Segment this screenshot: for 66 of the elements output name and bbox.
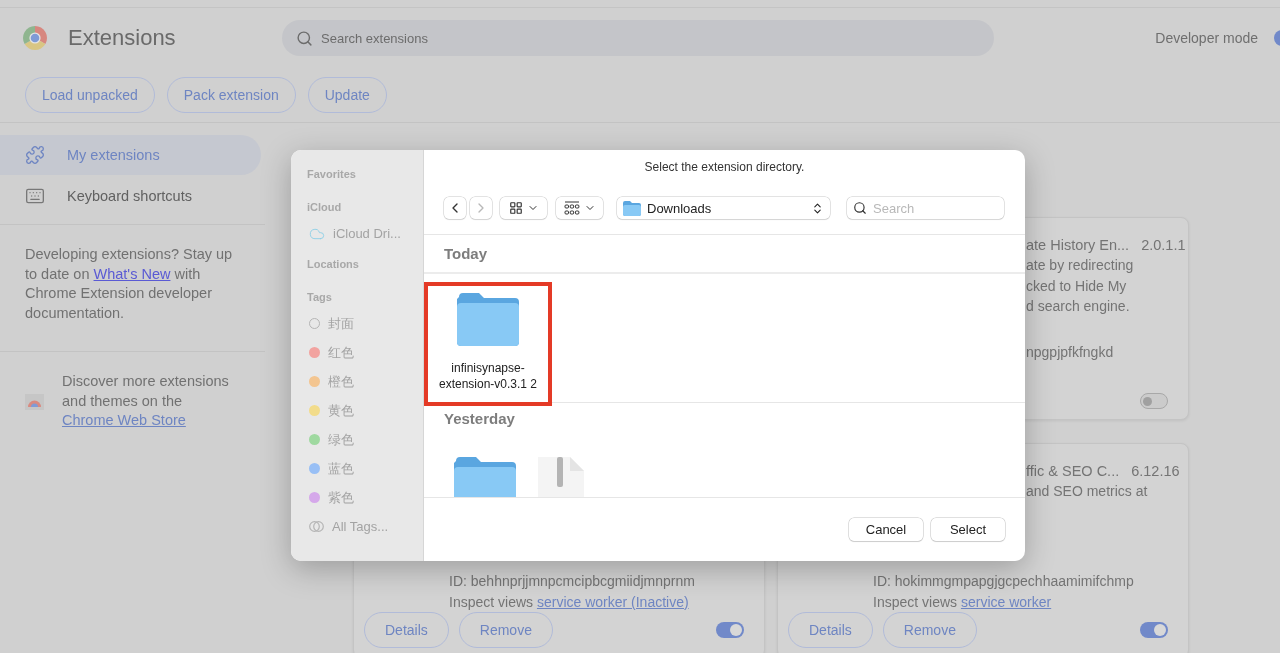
keyboard-icon — [25, 186, 45, 206]
back-button[interactable] — [444, 197, 466, 219]
puzzle-icon — [25, 145, 45, 165]
sidebar-item-label[interactable]: 红色 — [328, 343, 354, 362]
group-by-button[interactable] — [556, 197, 603, 219]
sidebar-item-label[interactable]: 蓝色 — [328, 459, 354, 478]
file-item[interactable] — [454, 457, 516, 497]
extension-version: 2.0.1.1 — [1141, 236, 1186, 255]
dialog-button[interactable]: Select — [931, 518, 1005, 541]
extension-id: npgpjpfkfngkd — [1026, 342, 1115, 362]
enable-toggle[interactable] — [716, 622, 744, 638]
developer-mode-label: Developer mode — [1155, 30, 1258, 46]
extension-description: cked to Hide My — [1026, 276, 1128, 296]
extension-description: ate by redirecting — [1026, 256, 1135, 275]
sidebar-section-title: iCloud — [307, 201, 343, 213]
grid-view-icon — [508, 201, 523, 215]
dialog-button[interactable]: Cancel — [849, 518, 923, 541]
extension-description: d search engine. — [1026, 297, 1131, 316]
extension-name: ate History En... — [1026, 236, 1130, 255]
group-header: Today — [424, 235, 1025, 274]
group-header: Yesterday — [424, 402, 1025, 434]
file-name[interactable]: infinisynapse-extension-v0.3.1 2 — [430, 360, 546, 392]
chrome-logo — [22, 25, 48, 51]
sidebar-item-label[interactable]: 橙色 — [328, 372, 354, 391]
folder-icon — [457, 293, 519, 346]
extension-id: ID: hokimmgmpapgjgcpechhaamimifchmp — [873, 572, 1135, 591]
group-by-icon — [563, 201, 580, 215]
inspect-views-label: Inspect views — [449, 593, 535, 610]
sidebar-section-title: Favorites — [307, 168, 357, 180]
sidebar-item-label[interactable]: 封面 — [328, 314, 354, 333]
extension-name: ffic & SEO C... — [1026, 462, 1120, 481]
sidebar-item-label[interactable]: iCloud Dri... — [333, 226, 401, 241]
enable-toggle[interactable] — [1140, 622, 1168, 638]
stepper-icon — [811, 201, 824, 215]
search-field[interactable]: Search — [847, 197, 1004, 219]
dialog-message: Select the extension directory. — [643, 159, 806, 176]
folder-icon — [623, 200, 641, 216]
extension-version: 6.12.16 — [1131, 462, 1180, 481]
discover-text: Discover more extensions and themes on the Chrome Web Store — [62, 372, 230, 430]
sidebar-item-label[interactable]: All Tags... — [332, 519, 389, 534]
web-store-icon — [25, 392, 44, 411]
web-store-link[interactable]: Chrome Web Store — [62, 412, 186, 428]
service-worker-link[interactable]: service worker (Inactive) — [536, 593, 689, 610]
search-icon — [853, 201, 867, 215]
sidebar-item-label[interactable]: 黄色 — [328, 401, 354, 420]
extension-description: and SEO metrics at — [1026, 482, 1149, 501]
sidebar-section-title: Locations — [307, 258, 360, 270]
page-title: Extensions — [68, 25, 177, 51]
search-field[interactable]: Search extensions — [282, 20, 994, 56]
sidebar-item-label[interactable]: 绿色 — [328, 430, 354, 449]
view-mode-button[interactable] — [500, 197, 547, 219]
whats-new-link[interactable]: What's New — [93, 265, 171, 282]
sidebar-item-label[interactable]: 紫色 — [328, 488, 354, 507]
enable-toggle[interactable] — [1140, 393, 1168, 409]
sidebar-section-title: Tags — [307, 291, 333, 303]
search-icon — [296, 29, 313, 47]
extension-id: ID: behhnprjjmnpcmcipbcgmiidjmnprnm — [449, 572, 696, 591]
sidebar-item[interactable]: Keyboard shortcuts — [0, 176, 261, 216]
sidebar-item[interactable]: My extensions — [0, 135, 261, 175]
inspect-views-label: Inspect views — [873, 593, 959, 610]
file-item[interactable] — [538, 457, 584, 497]
location-dropdown[interactable]: Downloads — [617, 197, 830, 219]
developer-note: Developing extensions? Stay up to date on What's New with Chrome Extension developer documentation. — [24, 245, 234, 323]
all-tags-icon — [309, 521, 324, 532]
folder-icon — [454, 457, 516, 497]
service-worker-link[interactable]: service worker — [960, 593, 1052, 610]
